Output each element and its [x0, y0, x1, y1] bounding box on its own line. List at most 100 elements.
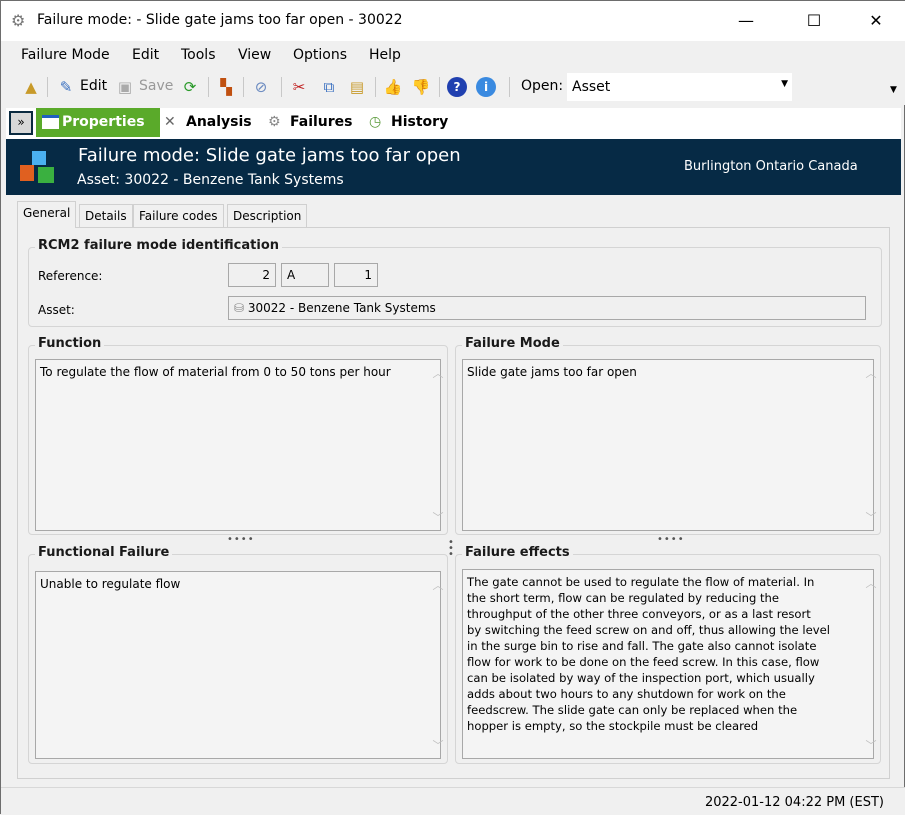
cubes-icon [20, 151, 56, 185]
thumbs-up-icon[interactable]: 👍 [383, 77, 403, 97]
reference-field-2[interactable]: A [281, 263, 329, 287]
effects-line: throughput of the other three conveyors,… [467, 607, 811, 621]
refresh-icon[interactable]: ⟳ [180, 77, 200, 97]
failure-effects-textarea[interactable]: The gate cannot be used to regulate the … [462, 569, 877, 759]
tools-icon: ✕ [164, 114, 176, 130]
general-panel: RCM2 failure mode identification Referen… [17, 227, 890, 779]
failure-mode-text: Slide gate jams too far open [467, 365, 637, 379]
effects-line: the short term, flow can be regulated by… [467, 591, 780, 605]
menu-help[interactable]: Help [369, 47, 401, 63]
header-subtitle: Asset: 30022 - Benzene Tank Systems [77, 172, 344, 188]
scrollbar[interactable]: ︿ ﹀ [854, 572, 877, 756]
open-select[interactable]: Asset ▼ [567, 73, 792, 101]
nav-analysis[interactable]: ✕ Analysis [160, 108, 252, 137]
reference-label: Reference: [38, 269, 103, 283]
functional-failure-group: Functional Failure Unable to regulate fl… [28, 545, 448, 764]
effects-line: adds about two hours to any shutdown for… [467, 687, 786, 701]
effects-line: flow for work to be done on the feed scr… [467, 655, 820, 669]
function-text: To regulate the flow of material from 0 … [40, 365, 391, 379]
maximize-button[interactable]: ☐ [791, 1, 837, 41]
function-group: Function To regulate the flow of materia… [28, 336, 448, 535]
open-select-value: Asset [572, 79, 611, 95]
title-bar: ⚙ Failure mode: - Slide gate jams too fa… [1, 1, 905, 41]
identification-legend: RCM2 failure mode identification [35, 238, 283, 253]
copy-icon[interactable]: ⧉ [319, 77, 339, 97]
splitter-handle[interactable]: •••• [657, 534, 685, 545]
open-label: Open: [521, 78, 564, 94]
tab-description[interactable]: Description [227, 204, 308, 228]
help-icon[interactable]: ? [447, 77, 467, 97]
windows-icon[interactable]: ▚ [216, 77, 236, 97]
function-textarea[interactable]: To regulate the flow of material from 0 … [35, 359, 444, 531]
functional-failure-text: Unable to regulate flow [40, 577, 181, 591]
record-header: Failure mode: Slide gate jams too far op… [6, 139, 901, 195]
database-icon: ⛁ [234, 301, 245, 315]
effects-line: hopper is empty, so the stockpile must b… [467, 719, 759, 733]
properties-icon [42, 115, 59, 129]
nav-bar: » Properties ✕ Analysis ⚙ Failures ◷ His… [6, 108, 901, 139]
menu-tools[interactable]: Tools [181, 47, 216, 63]
nav-failures[interactable]: ⚙ Failures [264, 108, 353, 137]
nav-history[interactable]: ◷ History [365, 108, 448, 137]
header-location: Burlington Ontario Canada [684, 159, 858, 174]
nav-properties-label: Properties [62, 114, 145, 130]
effects-line: can be isolated by way of the inspection… [467, 671, 815, 685]
nav-analysis-label: Analysis [186, 114, 252, 130]
nav-history-label: History [391, 114, 449, 130]
failure-effects-group: Failure effects The gate cannot be used … [455, 545, 881, 764]
failure-mode-textarea[interactable]: Slide gate jams too far open ︿ ﹀ [462, 359, 877, 531]
menu-view[interactable]: View [238, 47, 271, 63]
menu-options[interactable]: Options [293, 47, 347, 63]
close-button[interactable]: ✕ [853, 1, 899, 41]
history-clock-icon: ◷ [369, 114, 382, 130]
toolbar: ▲ ✎ Edit ▣ Save ⟳ ▚ ⊘ ✂ ⧉ ▤ 👍 👎 ? i Open… [1, 69, 905, 105]
asset-value: 30022 - Benzene Tank Systems [247, 301, 436, 315]
toolbar-overflow-icon[interactable]: ▼ [890, 85, 897, 95]
save-button[interactable]: Save [139, 78, 173, 94]
cut-icon[interactable]: ✂ [289, 77, 309, 97]
reference-field-1[interactable]: 2 [228, 263, 276, 287]
tab-details[interactable]: Details [79, 204, 133, 228]
folder-up-icon[interactable]: ▲ [21, 77, 41, 97]
paste-icon[interactable]: ▤ [347, 77, 367, 97]
edit-icon[interactable]: ✎ [56, 77, 76, 97]
effects-line: The gate cannot be used to regulate the … [467, 575, 815, 589]
functional-failure-textarea[interactable]: Unable to regulate flow ︿ ﹀ [35, 571, 444, 759]
scrollbar[interactable]: ︿ ﹀ [421, 362, 444, 528]
asset-field[interactable]: ⛁ 30022 - Benzene Tank Systems [228, 296, 866, 320]
collapse-toggle-icon[interactable]: » [9, 111, 33, 135]
app-gear-icon: ⚙ [11, 11, 26, 30]
effects-line: feedscrew. The slide gate can only be re… [467, 703, 798, 717]
scrollbar[interactable]: ︿ ﹀ [421, 574, 444, 756]
menu-failure-mode[interactable]: Failure Mode [21, 47, 110, 63]
edit-button[interactable]: Edit [80, 78, 107, 94]
nav-failures-label: Failures [290, 114, 353, 130]
nav-properties[interactable]: Properties [36, 108, 160, 137]
vertical-splitter-handle[interactable]: • • • [448, 538, 454, 560]
function-legend: Function [35, 336, 105, 351]
effects-line: by switching the feed screw on and off, … [467, 623, 830, 637]
menu-edit[interactable]: Edit [132, 47, 159, 63]
menu-bar: Failure Mode Edit Tools View Options Hel… [1, 41, 905, 69]
effects-line: in the surge bin to rise and fall. The g… [467, 639, 817, 653]
reference-field-3[interactable]: 1 [334, 263, 378, 287]
scrollbar[interactable]: ︿ ﹀ [854, 362, 877, 528]
tab-general[interactable]: General [17, 201, 77, 228]
functional-failure-legend: Functional Failure [35, 545, 173, 560]
chevron-down-icon: ▼ [781, 79, 788, 89]
save-icon[interactable]: ▣ [115, 77, 135, 97]
identification-group: RCM2 failure mode identification Referen… [28, 238, 882, 327]
status-timestamp: 2022-01-12 04:22 PM (EST) [704, 795, 884, 810]
link-icon[interactable]: ⊘ [251, 77, 271, 97]
failures-gear-icon: ⚙ [268, 114, 281, 130]
thumbs-down-icon[interactable]: 👎 [411, 77, 431, 97]
header-title: Failure mode: Slide gate jams too far op… [78, 145, 461, 166]
splitter-handle[interactable]: •••• [227, 534, 255, 545]
window-title: Failure mode: - Slide gate jams too far … [37, 12, 403, 28]
failure-mode-group: Failure Mode Slide gate jams too far ope… [455, 336, 881, 535]
status-bar: 2022-01-12 04:22 PM (EST) [1, 787, 905, 815]
failure-mode-legend: Failure Mode [462, 336, 563, 351]
tab-failure-codes[interactable]: Failure codes [133, 204, 224, 228]
minimize-button[interactable]: — [723, 1, 769, 41]
info-icon[interactable]: i [476, 77, 496, 97]
